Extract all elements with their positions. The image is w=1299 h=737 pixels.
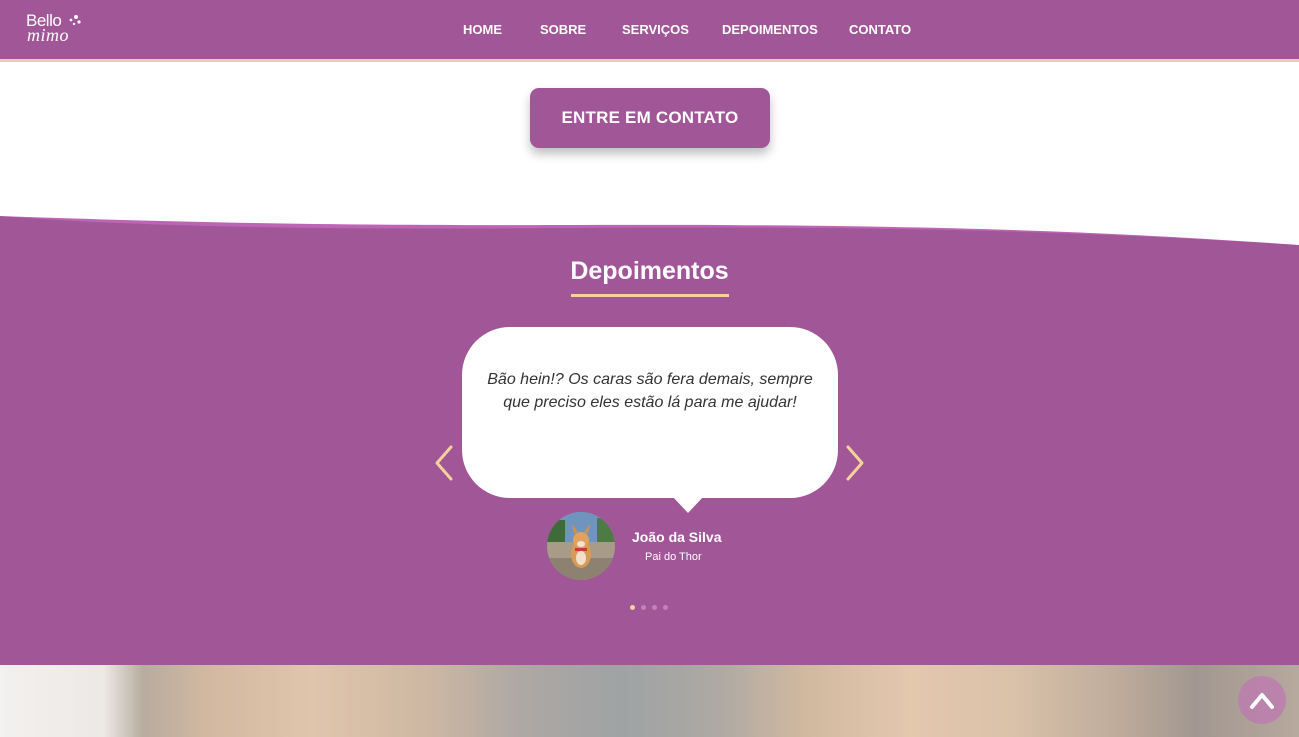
nav-depoimentos[interactable]: DEPOIMENTOS [722,22,818,37]
author-role: Pai do Thor [645,551,702,563]
section-title: Depoimentos [570,257,729,285]
testimonials-section: Depoimentos Bão hein!? Os caras são fera… [0,216,1299,665]
carousel-pagination [630,605,672,611]
author-name: João da Silva [632,529,722,545]
dog-photo [547,512,615,580]
cta-section: ENTRE EM CONTATO [0,65,1299,216]
main-nav: HOME SOBRE SERVIÇOS DEPOIMENTOS CONTATO [0,22,1299,38]
carousel-dot-4[interactable] [663,605,668,610]
chevron-up-icon [1250,693,1274,709]
title-underline [571,294,729,297]
carousel-dot-2[interactable] [641,605,646,610]
carousel-prev-button[interactable] [432,442,456,484]
chevron-left-icon [435,445,453,481]
section-wave [0,216,1299,245]
nav-servicos[interactable]: SERVIÇOS [622,22,689,37]
chevron-right-icon [846,445,864,481]
carousel-dot-1[interactable] [630,605,635,610]
nav-home[interactable]: HOME [463,22,502,37]
dog-closeup-banner [0,665,1299,737]
bubble-tail [673,497,703,513]
nav-contato[interactable]: CONTATO [849,22,911,37]
banner-overlay [0,665,1299,737]
carousel-next-button[interactable] [843,442,867,484]
author-avatar [547,512,615,580]
carousel-dot-3[interactable] [652,605,657,610]
nav-sobre[interactable]: SOBRE [540,22,586,37]
testimonial-quote: Bão hein!? Os caras são fera demais, sem… [487,371,813,411]
top-navbar: Bello mimo HOME SOBRE SERVIÇOS DEPOIMENT… [0,0,1299,62]
back-to-top-button[interactable] [1238,676,1286,724]
contact-cta-button[interactable]: ENTRE EM CONTATO [530,88,770,148]
